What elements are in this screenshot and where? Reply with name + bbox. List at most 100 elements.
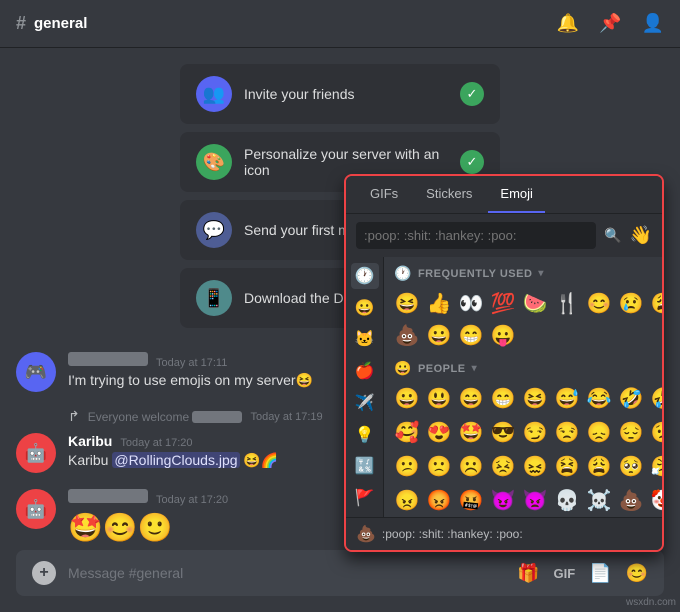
waving-icon: 👋	[630, 225, 652, 246]
sidebar-food-icon[interactable]: 🍎	[351, 358, 379, 384]
emoji-cell[interactable]: 😅	[552, 383, 582, 413]
emoji-cell[interactable]: ☠️	[584, 485, 614, 515]
emoji-cell[interactable]: 😆	[392, 288, 422, 318]
tab-stickers[interactable]: Stickers	[414, 176, 484, 213]
picker-search: 🔍 👋	[346, 214, 662, 257]
emoji-cell[interactable]: 😫	[552, 451, 582, 481]
emoji-picker: GIFs Stickers Emoji 🔍 👋 🕐 😀 🐱 🍎 ✈️ 💡 🔣 🚩	[344, 174, 664, 552]
emoji-cell[interactable]: 👿	[520, 485, 550, 515]
download-icon: 📱	[196, 280, 232, 316]
emoji-cell[interactable]: 😠	[392, 485, 422, 515]
checklist-item-invite[interactable]: 👥 Invite your friends ✓	[180, 64, 500, 124]
emoji-cell[interactable]: 💀	[552, 485, 582, 515]
bell-icon[interactable]: 🔔	[557, 13, 579, 34]
emoji-cell[interactable]: 😡	[424, 485, 454, 515]
message-icon: 💬	[196, 212, 232, 248]
emoji-cell[interactable]: 🤣	[616, 383, 646, 413]
picker-sidebar: 🕐 😀 🐱 🍎 ✈️ 💡 🔣 🚩	[346, 257, 384, 517]
sidebar-recent-icon[interactable]: 🕐	[351, 263, 379, 289]
emoji-cell[interactable]: 😩	[584, 451, 614, 481]
message-input-box[interactable]: + Message #general 🎁 GIF 📄 😊	[16, 550, 664, 596]
tab-gifs[interactable]: GIFs	[358, 176, 410, 213]
sidebar-people-icon[interactable]: 😀	[351, 295, 379, 321]
category-frequently-used: 🕐 FREQUENTLY USED ▾	[384, 257, 662, 286]
freq-emoji-grid: 😆 👍 👀 💯 🍉 🍴 😊 😢 😩 💩 😀 😁 😛	[384, 286, 662, 352]
category-people: 😀 PEOPLE ▾	[384, 352, 662, 381]
emoji-cell[interactable]: ☹️	[456, 451, 486, 481]
emoji-cell[interactable]: 🤬	[456, 485, 486, 515]
personalize-icon: 🎨	[196, 144, 232, 180]
emoji-cell[interactable]: 😀	[392, 383, 422, 413]
freq-cat-icon: 🕐	[394, 265, 412, 282]
emoji-cell[interactable]: 😏	[520, 417, 550, 447]
sidebar-objects-icon[interactable]: 💡	[351, 422, 379, 448]
add-button[interactable]: +	[32, 561, 56, 585]
emoji-cell[interactable]: 😞	[584, 417, 614, 447]
sidebar-symbols-icon[interactable]: 🔣	[351, 454, 379, 480]
channel-name: general	[34, 15, 87, 32]
footer-text: :poop: :shit: :hankey: :poo:	[382, 527, 523, 541]
emoji-cell[interactable]: 😄	[456, 383, 486, 413]
sidebar-nature-icon[interactable]: 🐱	[351, 327, 379, 353]
emoji-icon[interactable]: 😊	[626, 563, 648, 584]
emoji-cell[interactable]: 🙁	[424, 451, 454, 481]
emoji-cell[interactable]: 😁	[488, 383, 518, 413]
pin-icon[interactable]: 📌	[599, 13, 621, 34]
emoji-cell[interactable]: 😈	[488, 485, 518, 515]
people-cat-icon: 😀	[394, 360, 412, 377]
emoji-cell[interactable]: 😀	[424, 320, 454, 350]
emoji-cell[interactable]: 🤣	[648, 383, 662, 413]
emoji-cell[interactable]: 😢	[616, 288, 646, 318]
emoji-cell[interactable]: 😖	[520, 451, 550, 481]
gif-icon[interactable]: GIF	[553, 566, 575, 581]
mention: @RollingClouds.jpg	[112, 452, 239, 468]
emoji-cell[interactable]: 😂	[584, 383, 614, 413]
footer-emoji: 💩	[356, 524, 376, 544]
emoji-cell[interactable]: 👀	[456, 288, 486, 318]
emoji-cell[interactable]: 🤩	[456, 417, 486, 447]
emoji-cell[interactable]: 😕	[392, 451, 422, 481]
input-area: + Message #general 🎁 GIF 📄 😊	[0, 550, 680, 612]
emoji-cell[interactable]: 😟	[648, 417, 662, 447]
emoji-cell[interactable]: 😣	[488, 451, 518, 481]
emoji-cell[interactable]: 😎	[488, 417, 518, 447]
emoji-cell[interactable]: 💩	[392, 320, 422, 350]
invite-label: Invite your friends	[244, 86, 448, 102]
emoji-cell[interactable]: 😆	[520, 383, 550, 413]
sidebar-flags-icon[interactable]: 🚩	[351, 485, 379, 511]
sidebar-travel-icon[interactable]: ✈️	[351, 390, 379, 416]
emoji-cell[interactable]: 💩	[616, 485, 646, 515]
emoji-cell[interactable]: 😤	[648, 451, 662, 481]
avatar-1: 🎮	[16, 352, 56, 392]
emoji-cell[interactable]: 😊	[584, 288, 614, 318]
picker-tabs: GIFs Stickers Emoji	[346, 176, 662, 214]
input-placeholder: Message #general	[68, 565, 505, 581]
emoji-cell[interactable]: 🥺	[616, 451, 646, 481]
emoji-cell[interactable]: 💯	[488, 288, 518, 318]
sticker-icon[interactable]: 📄	[589, 563, 611, 584]
personalize-check: ✓	[460, 150, 484, 174]
emoji-cell[interactable]: 😁	[456, 320, 486, 350]
picker-body-container: 🕐 😀 🐱 🍎 ✈️ 💡 🔣 🚩 🕐 FREQUENTLY USED ▾ �	[346, 257, 662, 517]
gift-icon[interactable]: 🎁	[517, 563, 539, 584]
emoji-cell[interactable]: 🤡	[648, 485, 662, 515]
emoji-cell[interactable]: 🍉	[520, 288, 550, 318]
emoji-cell[interactable]: 😛	[488, 320, 518, 350]
people-emoji-grid-1: 😀 😃 😄 😁 😆 😅 😂 🤣 🤣	[384, 381, 662, 415]
emoji-cell[interactable]: 😔	[616, 417, 646, 447]
chat-main: 👥 Invite your friends ✓ 🎨 Personalize yo…	[0, 48, 680, 612]
emoji-cell[interactable]: 👍	[424, 288, 454, 318]
members-icon[interactable]: 👤	[642, 13, 664, 34]
emoji-cell[interactable]: 😍	[424, 417, 454, 447]
emoji-cell[interactable]: 😩	[648, 288, 662, 318]
username-2: Karibu	[68, 433, 112, 449]
picker-search-input[interactable]	[356, 222, 596, 249]
emoji-cell[interactable]: 😃	[424, 383, 454, 413]
tab-emoji[interactable]: Emoji	[488, 176, 545, 213]
emoji-cell[interactable]: 🥰	[392, 417, 422, 447]
timestamp-3: Today at 17:20	[156, 494, 228, 506]
hash-icon: #	[16, 13, 26, 34]
emoji-cell[interactable]: 🍴	[552, 288, 582, 318]
emoji-cell[interactable]: 😒	[552, 417, 582, 447]
watermark: wsxdn.com	[626, 597, 676, 608]
